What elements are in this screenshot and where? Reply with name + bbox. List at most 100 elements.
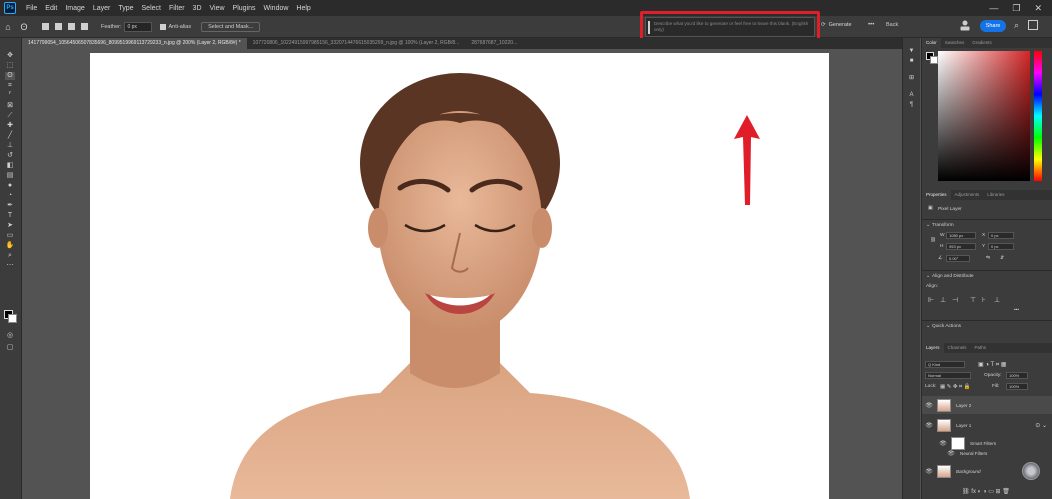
zoom-tool-icon[interactable]: ⌕ [5,252,15,260]
color-panel-icon[interactable]: ■ [907,58,916,66]
align-left-icon[interactable]: ⊩ [928,296,934,304]
hand-tool-icon[interactable]: ✋ [5,242,15,250]
height-input[interactable]: 953 px [946,243,976,250]
home-icon[interactable]: ⌂ [3,22,13,32]
reference-image-thumbnail[interactable] [1022,462,1040,480]
flip-horizontal-icon[interactable]: ⇋ [986,256,990,261]
eraser-tool-icon[interactable]: ◧ [5,162,15,170]
width-input[interactable]: 1080 px [946,232,976,239]
visibility-eye-icon[interactable]: 👁 [925,422,933,429]
layer-name[interactable]: Smart Filters [970,441,996,446]
layer-filter-icons[interactable]: ▣ ◑ T ⌗ ▦ [978,361,1006,369]
generate-button[interactable]: ⟳ Generate [821,22,852,28]
menu-plugins[interactable]: Plugins [229,5,260,12]
transform-chevron-icon[interactable]: ⌄ [926,223,930,228]
menu-edit[interactable]: Edit [41,5,61,12]
screen-mode-icon[interactable]: ▢ [5,344,15,352]
align-center-icon[interactable]: ⊥ [940,296,946,304]
workspace-icon[interactable] [1028,20,1038,30]
document-canvas[interactable] [90,53,829,499]
menu-view[interactable]: View [206,5,229,12]
frame-tool-icon[interactable]: ⊠ [5,102,15,110]
link-icon[interactable]: ⛓ [930,238,936,243]
menu-help[interactable]: Help [292,5,314,12]
crop-tool-icon[interactable]: ⌜ [5,92,15,100]
path-select-tool-icon[interactable]: ➤ [5,222,15,230]
x-input[interactable]: 0 px [988,232,1014,239]
align-section-label[interactable]: Align and Distribute [932,274,974,279]
fill-input[interactable]: 100% [1006,383,1028,390]
tab-swatches[interactable]: Swatches [941,38,969,48]
layer-name[interactable]: Layer 1 [956,423,971,428]
canvas-area[interactable] [22,49,902,499]
more-options-button[interactable]: ••• [868,22,874,28]
menu-filter[interactable]: Filter [165,5,189,12]
user-icon[interactable] [960,20,970,31]
layer-actions-icons[interactable]: ⛓ fx ◐ ◑ ▭ ⊞ 🗑 [962,488,1010,495]
tab-paths[interactable]: Paths [971,343,991,353]
close-icon[interactable]: ✕ [1034,3,1042,14]
tab-document-2[interactable]: 107720806_10224915997985156_332071447661… [247,38,466,49]
minimize-icon[interactable]: — [989,3,998,14]
edit-toolbar-icon[interactable]: ⋯ [5,262,15,270]
angle-input[interactable]: 0.00° [946,255,970,262]
background-color-swatch[interactable] [8,314,17,323]
color-panel-background-swatch[interactable] [930,56,938,64]
tab-document-1[interactable]: 1417799054_10564506507835696_80995199691… [22,38,247,49]
lock-icons[interactable]: ▦ ✎ ✥ ⌗ 🔒 [940,384,970,391]
quick-mask-icon[interactable]: ◎ [5,332,15,340]
restore-icon[interactable]: ❐ [1012,3,1020,14]
tab-libraries[interactable]: Libraries [983,190,1008,200]
align-middle-icon[interactable]: ⊦ [982,296,986,304]
menu-layer[interactable]: Layer [89,5,115,12]
tab-adjustments[interactable]: Adjustments [951,190,984,200]
subtract-selection-icon[interactable] [68,23,75,30]
clone-stamp-tool-icon[interactable]: ⊥ [5,142,15,150]
feather-input[interactable]: 0 px [124,21,153,32]
brush-tool-icon[interactable]: ╱ [5,132,15,140]
healing-brush-tool-icon[interactable]: ✚ [5,122,15,130]
align-top-icon[interactable]: ⊤ [970,296,976,304]
layer-row-layer-2[interactable]: 👁 Layer 2 [922,396,1052,414]
object-select-tool-icon[interactable]: ⌗ [5,82,15,90]
opacity-input[interactable]: 100% [1006,372,1028,379]
quick-actions-label[interactable]: Quick Actions [932,324,961,329]
menu-window[interactable]: Window [260,5,293,12]
eyedropper-tool-icon[interactable]: ⟋ [5,112,15,120]
color-picker-field[interactable] [938,51,1030,181]
arrange-icon[interactable]: ▼ [907,48,916,56]
blend-mode-select[interactable]: Normal [925,372,971,379]
layer-row-layer-1[interactable]: 👁 Layer 1 ⊙ ⌄ [922,416,1052,434]
character-icon[interactable]: A [907,92,916,100]
tab-channels[interactable]: Channels [944,343,971,353]
align-right-icon[interactable]: ⊣ [952,296,958,304]
menu-3d[interactable]: 3D [189,5,206,12]
share-button[interactable]: Share [980,20,1006,32]
type-tool-icon[interactable]: T [5,212,15,220]
visibility-eye-icon[interactable]: 👁 [947,450,955,457]
history-brush-tool-icon[interactable]: ↺ [5,152,15,160]
tab-color[interactable]: Color [922,38,941,48]
dodge-tool-icon[interactable]: ◔ [5,192,15,200]
layer-filter-kind[interactable]: Q Kind [925,361,965,368]
add-selection-icon[interactable] [55,23,62,30]
new-selection-icon[interactable] [42,23,49,30]
align-bottom-icon[interactable]: ⊥ [994,296,1000,304]
menu-select[interactable]: Select [138,5,165,12]
transform-section-label[interactable]: Transform [932,223,954,228]
hue-slider[interactable] [1034,51,1042,181]
flip-vertical-icon[interactable]: ⇵ [1000,256,1004,261]
gradient-tool-icon[interactable]: ▤ [5,172,15,180]
select-and-mask-button[interactable]: Select and Mask... [201,21,261,32]
blur-tool-icon[interactable]: ● [5,182,15,190]
more-align-icon[interactable]: ••• [1014,308,1019,313]
layer-row-neural-filters[interactable]: 👁 Neural Filters [922,448,1052,458]
paragraph-icon[interactable]: ¶ [907,102,916,110]
pen-tool-icon[interactable]: ✒ [5,202,15,210]
quick-actions-chevron-icon[interactable]: ⌄ [926,324,930,329]
intersect-selection-icon[interactable] [81,23,88,30]
tab-properties[interactable]: Properties [922,190,951,200]
visibility-eye-icon[interactable]: 👁 [939,440,947,447]
marquee-tool-icon[interactable]: ⬚ [5,62,15,70]
history-icon[interactable]: ⊞ [907,74,916,82]
